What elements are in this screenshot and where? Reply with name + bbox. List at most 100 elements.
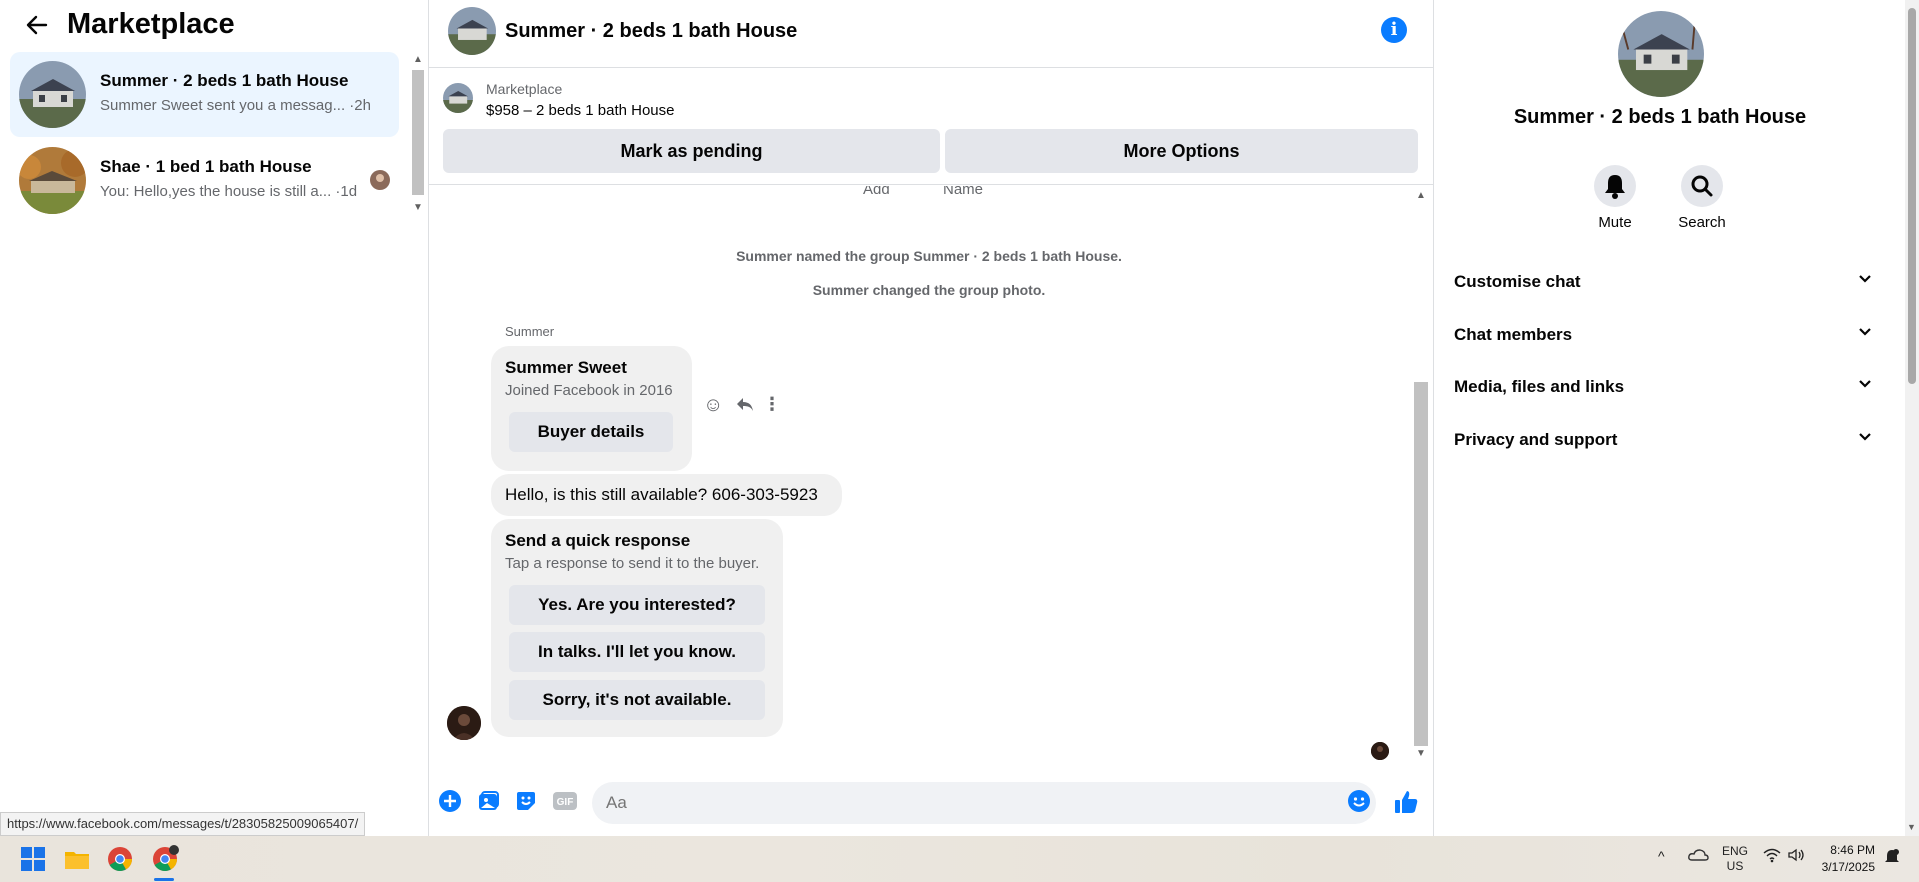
volume-icon[interactable] bbox=[1787, 847, 1807, 866]
scrollbar-thumb[interactable] bbox=[412, 70, 424, 195]
file-explorer-icon[interactable] bbox=[62, 844, 92, 874]
section-label: Media, files and links bbox=[1454, 377, 1625, 396]
marketplace-listing-bar: Marketplace $958 – 2 beds 1 bath House M… bbox=[429, 69, 1433, 185]
language-indicator[interactable]: ENG US bbox=[1722, 844, 1748, 874]
clock-time: 8:46 PM bbox=[1830, 843, 1875, 857]
listing-title[interactable]: $958 – 2 beds 1 bath House bbox=[486, 102, 674, 119]
sidebar-title: Marketplace bbox=[67, 8, 235, 40]
conversation-snippet: Summer Sweet sent you a messag... ·2h bbox=[100, 97, 371, 114]
buyer-name: Summer Sweet bbox=[505, 358, 627, 377]
chevron-down-icon bbox=[1858, 325, 1872, 339]
conversation-name: Shae · 1 bed 1 bath House bbox=[100, 157, 312, 176]
plus-icon[interactable] bbox=[438, 789, 464, 815]
back-arrow-icon[interactable] bbox=[24, 12, 52, 40]
scroll-down-icon[interactable]: ▼ bbox=[1907, 822, 1916, 832]
details-title: Summer · 2 beds 1 bath House bbox=[1513, 106, 1807, 128]
scrollbar-thumb[interactable] bbox=[1414, 382, 1428, 746]
sender-name: Summer bbox=[505, 324, 555, 339]
chat-panel: Summer · 2 beds 1 bath House i Marketpla… bbox=[429, 0, 1433, 836]
sender-avatar[interactable] bbox=[447, 706, 481, 740]
svg-text:GIF: GIF bbox=[557, 797, 574, 808]
sidebar-header: Marketplace bbox=[0, 0, 429, 50]
group-photo[interactable] bbox=[1618, 11, 1704, 97]
chat-title[interactable]: Summer · 2 beds 1 bath House bbox=[505, 20, 797, 43]
more-icon[interactable]: ⋮ bbox=[763, 394, 781, 415]
chrome-profile-icon[interactable] bbox=[150, 844, 180, 881]
chat-avatar[interactable] bbox=[448, 7, 496, 55]
chat-details-panel: Summer · 2 beds 1 bath House Mute Search… bbox=[1433, 0, 1919, 836]
region-code: US bbox=[1726, 859, 1744, 873]
chevron-down-icon bbox=[1858, 377, 1872, 391]
clock-date: 3/17/2025 bbox=[1821, 860, 1875, 874]
wifi-icon[interactable] bbox=[1762, 847, 1782, 866]
composer: GIF bbox=[429, 770, 1433, 836]
notification-bell-icon[interactable] bbox=[1884, 848, 1900, 869]
more-options-button[interactable]: More Options bbox=[945, 129, 1418, 173]
onedrive-icon[interactable] bbox=[1687, 846, 1709, 867]
like-icon[interactable] bbox=[1393, 789, 1419, 815]
section-label: Customise chat bbox=[1454, 272, 1581, 291]
mark-pending-button[interactable]: Mark as pending bbox=[443, 129, 940, 173]
conversation-item[interactable]: Summer · 2 beds 1 bath House Summer Swee… bbox=[10, 52, 399, 137]
quick-response-option[interactable]: Yes. Are you interested? bbox=[509, 585, 765, 625]
chrome-icon[interactable] bbox=[105, 844, 135, 874]
listing-thumbnail[interactable] bbox=[443, 83, 473, 113]
quick-response-bubble: Send a quick response Tap a response to … bbox=[491, 519, 783, 737]
mute-action[interactable]: Mute bbox=[1575, 165, 1655, 231]
chat-members-section[interactable]: Chat members bbox=[1454, 315, 1874, 355]
house-thumbnail bbox=[19, 61, 86, 128]
scroll-up-icon[interactable]: ▲ bbox=[1416, 190, 1426, 201]
scrollbar-thumb[interactable] bbox=[1908, 8, 1916, 384]
privacy-support-section[interactable]: Privacy and support bbox=[1454, 420, 1874, 460]
gif-icon[interactable]: GIF bbox=[552, 789, 578, 815]
quick-response-title: Send a quick response bbox=[505, 531, 691, 550]
seen-avatar bbox=[370, 170, 390, 190]
page-scrollbar[interactable]: ▼ bbox=[1905, 0, 1919, 836]
read-receipt-avatar bbox=[1371, 742, 1389, 760]
search-icon[interactable] bbox=[1681, 165, 1723, 207]
quick-response-option[interactable]: In talks. I'll let you know. bbox=[509, 632, 765, 672]
windows-taskbar: ^ ENG US 8:46 PM 3/17/2025 bbox=[0, 836, 1919, 882]
mute-label: Mute bbox=[1598, 214, 1632, 231]
language-code: ENG bbox=[1722, 844, 1749, 858]
name-label: Name bbox=[943, 186, 984, 198]
bell-icon[interactable] bbox=[1594, 165, 1636, 207]
scroll-down-icon[interactable]: ▼ bbox=[413, 202, 423, 213]
system-message: Summer changed the group photo. bbox=[812, 282, 1046, 298]
scroll-up-icon[interactable]: ▲ bbox=[413, 54, 423, 65]
message-input[interactable] bbox=[592, 782, 1376, 824]
house-thumbnail bbox=[19, 147, 86, 214]
chevron-down-icon bbox=[1858, 272, 1872, 286]
windows-start-icon[interactable] bbox=[18, 844, 48, 874]
quick-response-option[interactable]: Sorry, it's not available. bbox=[509, 680, 765, 720]
scroll-down-icon[interactable]: ▼ bbox=[1416, 748, 1426, 759]
search-action[interactable]: Search bbox=[1662, 165, 1742, 231]
conversation-item[interactable]: Shae · 1 bed 1 bath House You: Hello,yes… bbox=[10, 138, 399, 223]
messenger-app: Marketplace Summer · 2 beds 1 bath House… bbox=[0, 0, 1919, 836]
message-list: Add Name Summer named the group Summer ·… bbox=[429, 186, 1433, 766]
emoji-icon[interactable] bbox=[1347, 789, 1373, 815]
sidebar-scrollbar[interactable]: ▲ ▼ bbox=[410, 52, 426, 218]
profile-card-bubble: Summer Sweet Joined Facebook in 2016 Buy… bbox=[491, 346, 692, 471]
system-message: Summer named the group Summer · 2 beds 1… bbox=[736, 248, 1122, 264]
message-text: Hello, is this still available? 606-303-… bbox=[505, 485, 818, 504]
conversation-name: Summer · 2 beds 1 bath House bbox=[100, 71, 349, 90]
quick-response-subtitle: Tap a response to send it to the buyer. bbox=[505, 555, 760, 572]
reply-icon[interactable] bbox=[735, 394, 755, 420]
sticker-icon[interactable] bbox=[514, 789, 540, 815]
chevron-down-icon bbox=[1858, 430, 1872, 444]
chevron-up-icon[interactable]: ^ bbox=[1658, 848, 1665, 864]
add-label: Add bbox=[863, 186, 890, 198]
system-clock[interactable]: 8:46 PM 3/17/2025 bbox=[1805, 842, 1875, 876]
chat-scrollbar[interactable]: ▲ ▼ bbox=[1412, 186, 1430, 766]
buyer-details-button[interactable]: Buyer details bbox=[509, 412, 673, 452]
search-label: Search bbox=[1678, 214, 1726, 231]
info-icon[interactable]: i bbox=[1381, 17, 1407, 43]
customise-chat-section[interactable]: Customise chat bbox=[1454, 262, 1874, 302]
photo-icon[interactable] bbox=[476, 789, 502, 815]
message-bubble[interactable]: Hello, is this still available? 606-303-… bbox=[491, 474, 842, 516]
media-files-links-section[interactable]: Media, files and links bbox=[1454, 367, 1874, 407]
message-actions: ☺ ⋮ bbox=[703, 394, 793, 418]
smiley-icon[interactable]: ☺ bbox=[703, 394, 723, 417]
link-preview-status: https://www.facebook.com/messages/t/2830… bbox=[0, 812, 366, 836]
